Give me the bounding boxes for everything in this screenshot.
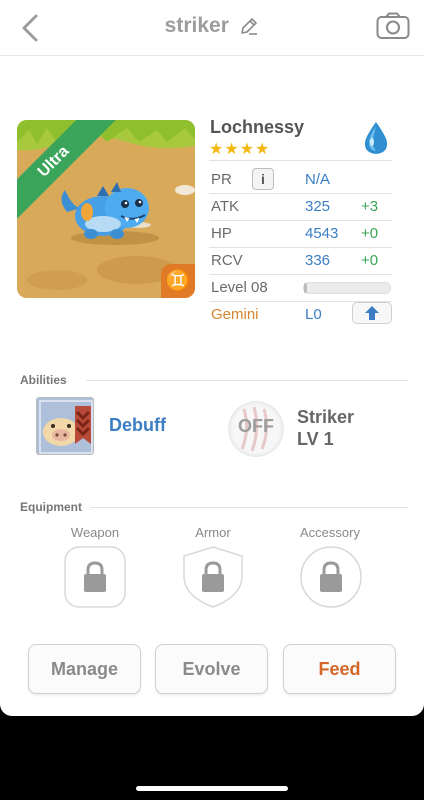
page-title: striker [164, 14, 229, 37]
stats-divider-top [209, 160, 392, 161]
accessory-slot-label: Accessory [300, 525, 360, 540]
home-indicator[interactable] [136, 786, 288, 791]
equipment-divider [90, 507, 408, 508]
accessory-slot-locked[interactable] [300, 546, 362, 608]
armor-slot-locked[interactable] [182, 546, 244, 608]
water-drop-icon [364, 122, 388, 154]
pr-info-button[interactable]: i [252, 168, 274, 190]
stat-label-pr: PR [211, 171, 232, 188]
zodiac-gemini-icon: ♊ [161, 264, 195, 298]
armor-slot-label: Armor [195, 525, 231, 540]
zodiac-level-value: L0 [305, 306, 322, 323]
pet-portrait[interactable]: Ultra ♊ [17, 120, 195, 298]
stats-divider [209, 274, 392, 275]
zodiac-upgrade-button[interactable] [352, 302, 392, 324]
stat-value-pr: N/A [305, 171, 331, 188]
striker-ability-info: Striker LV 1 [297, 406, 354, 450]
striker-ability-name: Striker [297, 407, 355, 427]
top-bar: striker [0, 0, 424, 56]
pet-name: Lochnessy [210, 117, 305, 137]
evolve-button[interactable]: Evolve [155, 644, 268, 694]
camera-icon[interactable] [376, 12, 410, 40]
stat-value-rcv: 336 [305, 252, 331, 269]
stat-value-atk: 325 [305, 198, 331, 215]
stat-label-hp: HP [211, 225, 232, 242]
level-progress-bar [303, 282, 391, 294]
debuff-illustration [37, 398, 93, 454]
stat-value-hp: 4543 [305, 225, 339, 242]
debuff-ability-name[interactable]: Debuff [109, 415, 166, 436]
arrow-up-icon [365, 306, 379, 320]
stat-label-level: Level 08 [211, 279, 268, 296]
stat-label-atk: ATK [211, 198, 240, 215]
edit-pencil-icon[interactable] [239, 16, 259, 36]
pet-detail-screen: striker Ultra ♊ Lochnessy ★★★★ PR i N/A … [0, 0, 424, 716]
stat-label-rcv: RCV [211, 252, 243, 269]
striker-ability-toggle[interactable]: OFF [228, 401, 284, 457]
weapon-slot-locked[interactable] [64, 546, 126, 608]
weapon-slot-label: Weapon [70, 525, 120, 540]
stat-bonus-atk: +3 [361, 198, 379, 215]
equipment-section-title: Equipment [20, 500, 82, 514]
ability-off-label: OFF [238, 416, 274, 436]
manage-button[interactable]: Manage [28, 644, 141, 694]
stat-bonus-rcv: +0 [361, 252, 379, 269]
stats-divider [209, 220, 392, 221]
striker-ability-level: LV 1 [297, 429, 334, 449]
stats-divider [209, 193, 392, 194]
stat-bonus-hp: +0 [361, 225, 379, 242]
star-rating: ★★★★ [209, 141, 271, 158]
debuff-ability-icon[interactable] [36, 397, 94, 455]
stats-divider [209, 247, 392, 248]
level-progress-fill [304, 283, 308, 293]
abilities-section-title: Abilities [20, 373, 67, 387]
abilities-divider [86, 380, 408, 381]
title-wrap: striker [0, 14, 424, 38]
feed-button[interactable]: Feed [283, 644, 396, 694]
zodiac-label: Gemini [211, 306, 259, 323]
